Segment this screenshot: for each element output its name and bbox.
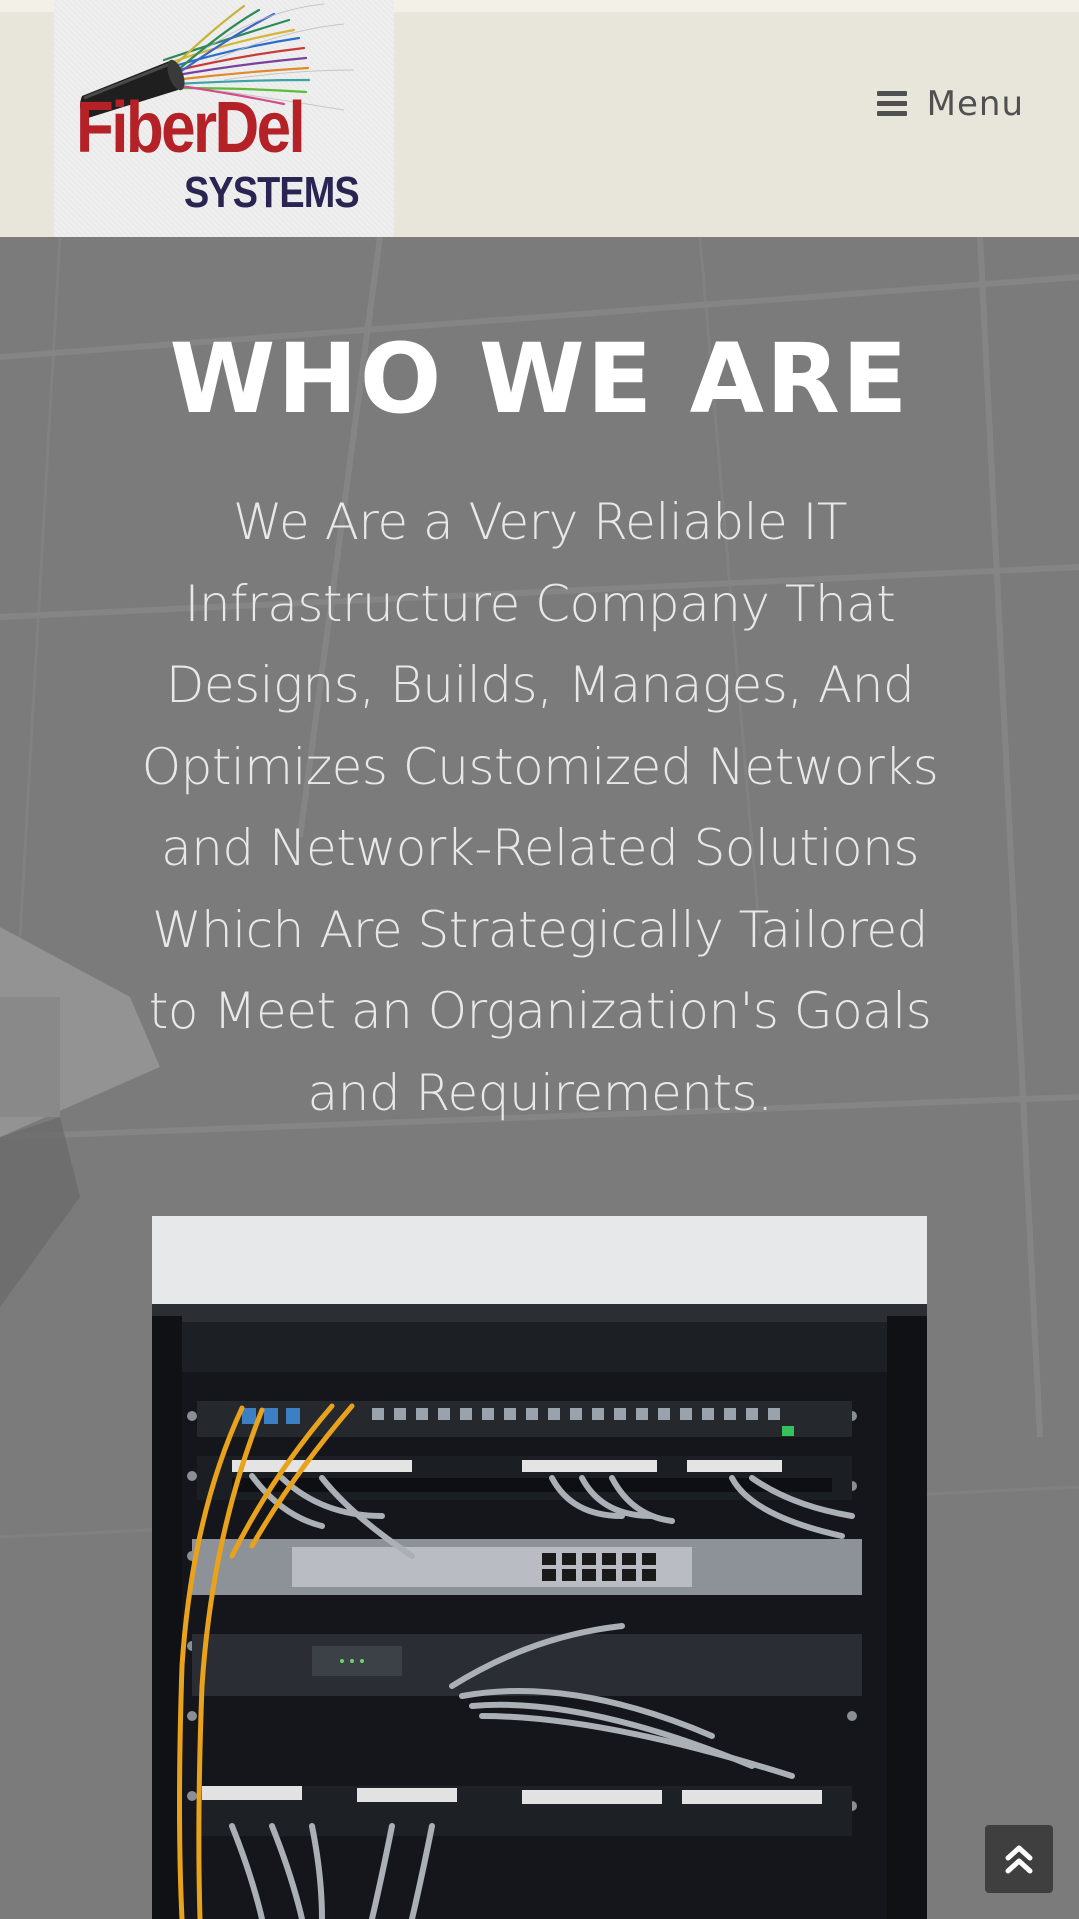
double-chevron-up-icon [1005, 1845, 1033, 1874]
logo-wordmark-fiberdel: FiberDel [76, 88, 306, 168]
section-description: We Are a Very Reliable IT Infrastructure… [141, 493, 939, 1122]
menu-button[interactable]: Menu [876, 84, 1024, 124]
page: Menu FiberDel SYSTEMS WHO WE ARE We Are … [0, 0, 1079, 1919]
scroll-to-top-button[interactable] [985, 1825, 1053, 1893]
site-logo[interactable]: FiberDel SYSTEMS [54, 0, 394, 237]
section-title: WHO WE ARE [169, 323, 910, 436]
menu-label: Menu [926, 84, 1024, 124]
hamburger-icon [876, 91, 907, 117]
network-rack-photo [152, 1216, 927, 1919]
logo-wordmark-systems: SYSTEMS [184, 168, 360, 217]
who-we-are-section: WHO WE ARE We Are a Very Reliable IT Inf… [0, 237, 1079, 1919]
